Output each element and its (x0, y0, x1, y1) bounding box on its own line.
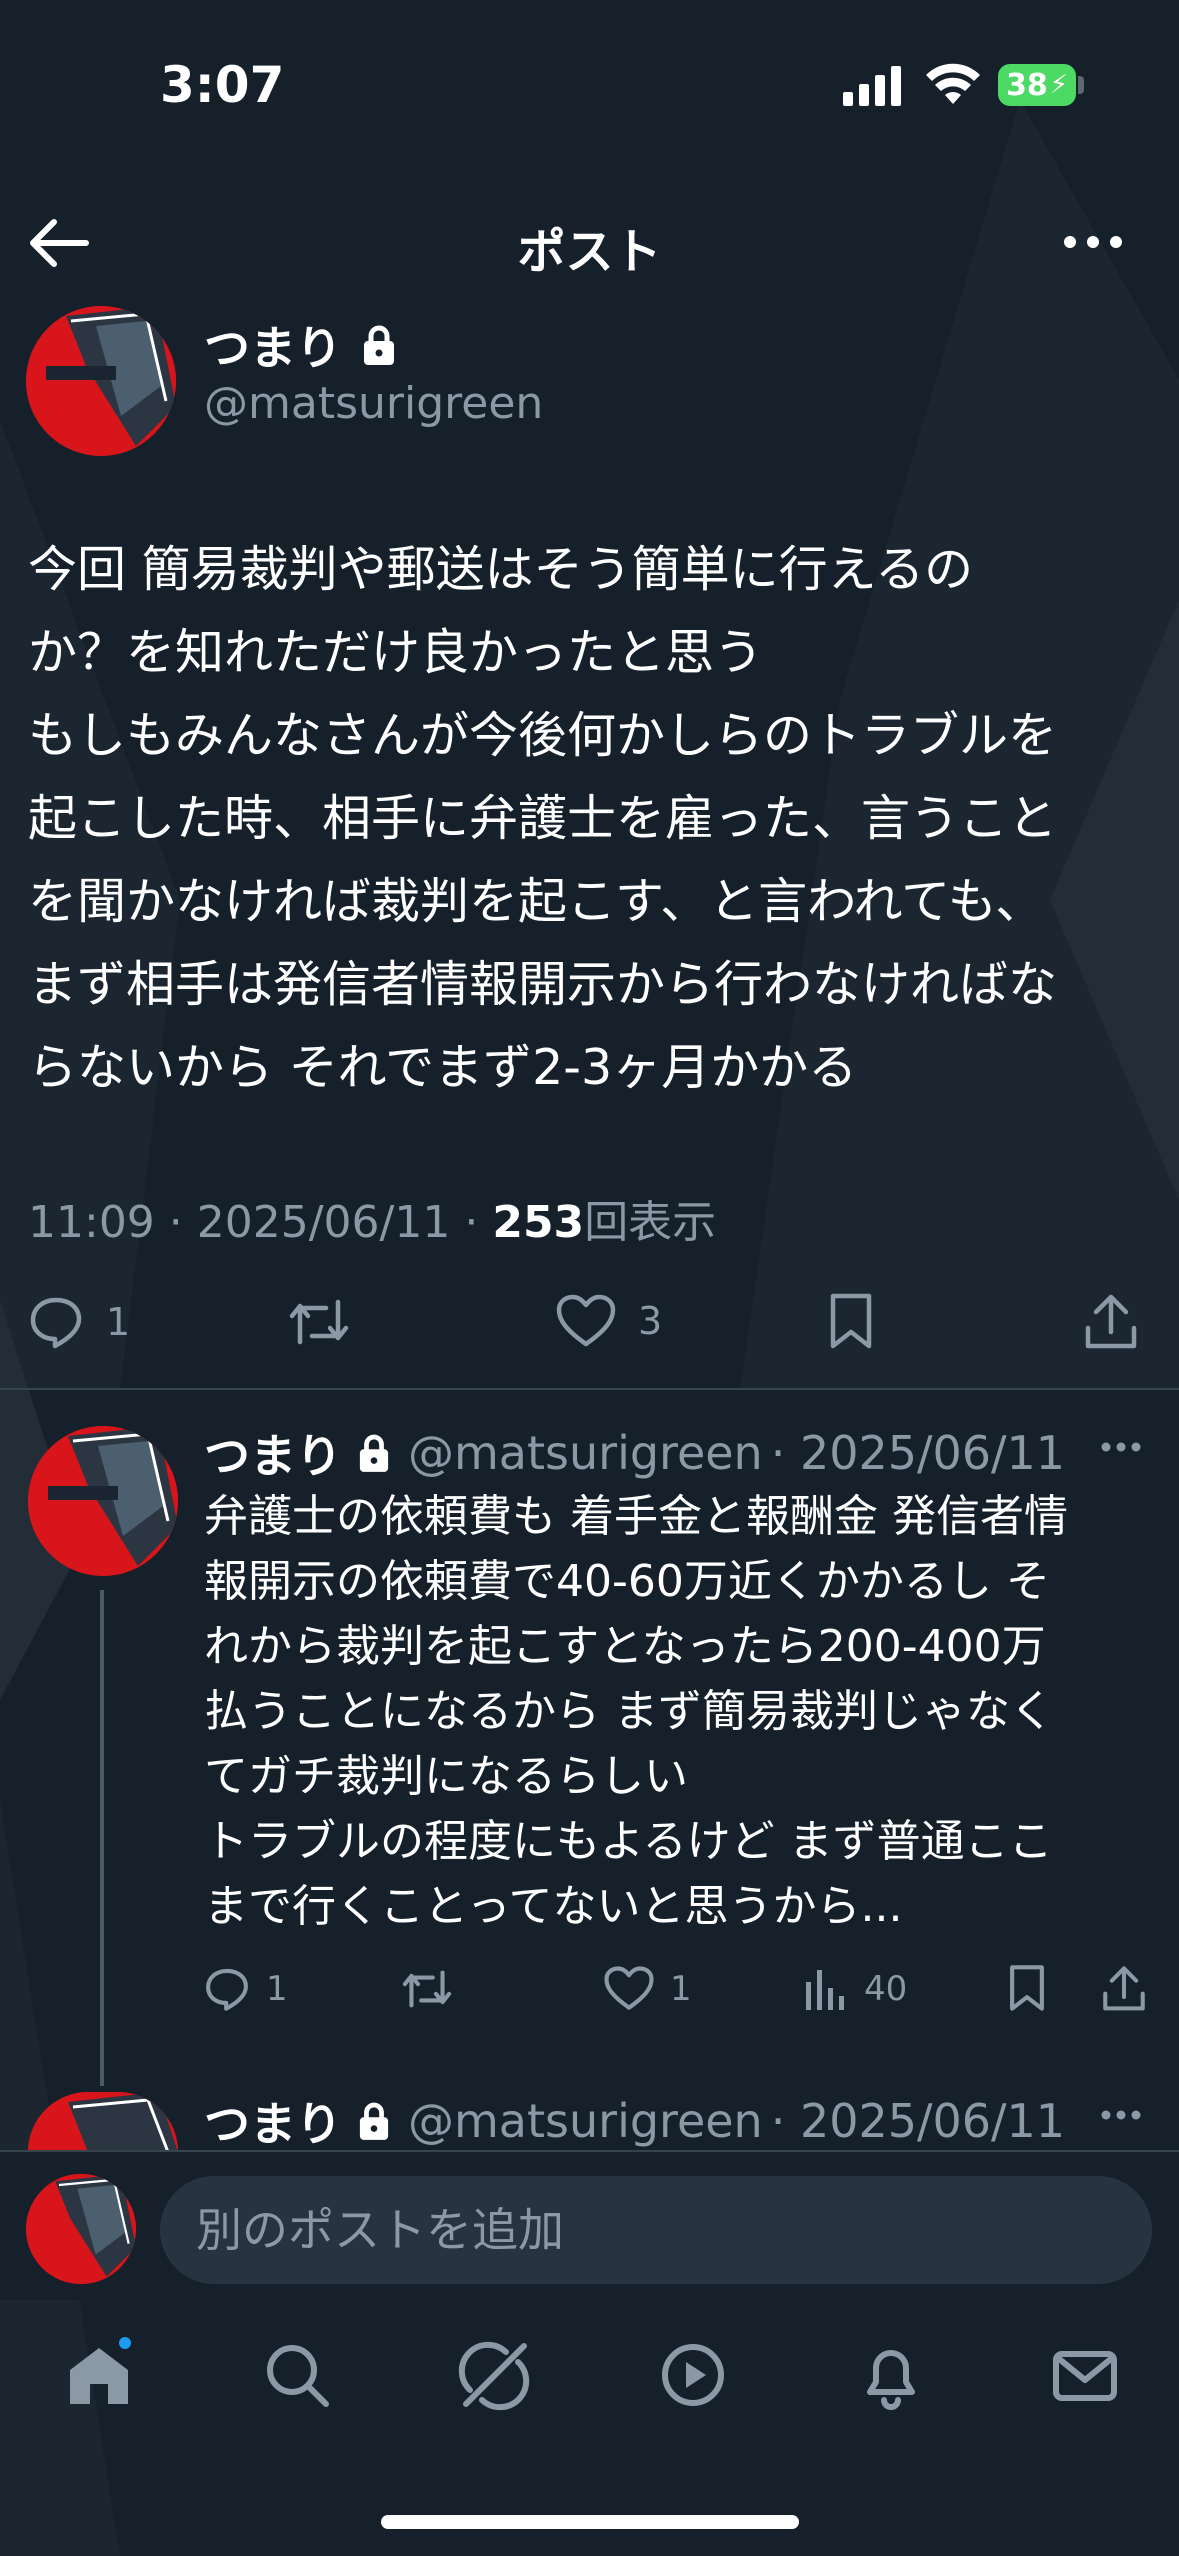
post-meta: 11:09 · 2025/06/11 · 253回表示 (28, 1186, 716, 1250)
view-count: 253 (492, 1197, 585, 1248)
battery-level: 38 (1006, 67, 1048, 103)
video-icon[interactable] (658, 2340, 728, 2410)
bookmark-button[interactable] (1008, 1964, 1046, 2012)
more-options-icon[interactable] (1062, 232, 1124, 252)
repost-button[interactable] (286, 1294, 352, 1350)
add-post-input[interactable] (160, 2176, 1152, 2284)
reply-author-handle: @matsurigreen (408, 1426, 763, 1480)
post-actions: 1 3 (28, 1290, 1158, 1360)
notifications-icon[interactable] (856, 2340, 926, 2410)
reply-text-line: 弁護士の依頼費も 着手金と報酬金 発信者情 (204, 1491, 1068, 1542)
reply-icon (206, 1968, 248, 2011)
reply-count: 1 (106, 1300, 131, 1344)
home-indicator[interactable] (381, 2515, 799, 2529)
reply-text-line: てガチ裁判になるらしい (204, 1751, 688, 1802)
reply-button[interactable]: 1 (28, 1294, 130, 1350)
wifi-icon (926, 63, 980, 104)
repost-icon (402, 1970, 452, 2008)
author-avatar[interactable] (26, 306, 176, 456)
share-button[interactable] (1102, 1964, 1146, 2012)
share-icon (1103, 1966, 1145, 2011)
reply-count: 1 (266, 1969, 288, 2009)
reply-button[interactable]: 1 (204, 1966, 288, 2012)
repost-button[interactable] (400, 1966, 454, 2012)
post-text-line: を聞かなければ裁判を起こす、と言われても、 (28, 873, 1045, 930)
reply-text-line: まで行くことってないと思うから... (204, 1881, 903, 1932)
bookmark-button[interactable] (828, 1292, 874, 1350)
reply-header[interactable]: つまり @matsurigreen · 2025/06/11 (204, 1420, 1065, 1486)
search-icon[interactable] (262, 2340, 332, 2410)
reply-text-line: 報開示の依頼費で40-60万近くかかるし そ (204, 1556, 1050, 1607)
bookmark-icon (830, 1293, 872, 1349)
like-count: 3 (638, 1299, 663, 1343)
reply-text-line: 払うことになるから まず簡易裁判じゃなく (204, 1686, 1054, 1737)
thread-connector-line (100, 1590, 104, 2086)
reply-text-line: れから裁判を起こすとなったら200-400万 (204, 1621, 1046, 1672)
grok-icon[interactable] (458, 2340, 530, 2412)
reply-date: · 2025/06/11 (770, 1426, 1066, 1480)
views-count: 40 (864, 1969, 908, 2009)
status-time: 3:07 (160, 56, 285, 114)
battery-indicator: 38 ⚡ (998, 64, 1076, 106)
views-button[interactable]: 40 (804, 1966, 907, 2012)
messages-icon[interactable] (1050, 2340, 1120, 2410)
reply-actions: 1 1 40 (204, 1964, 1154, 2024)
battery-cap (1078, 76, 1084, 94)
author-name[interactable]: つまり (204, 312, 396, 378)
share-icon (1085, 1294, 1137, 1349)
repost-icon (289, 1299, 349, 1345)
third-post-header[interactable]: つまり @matsurigreen · 2025/06/11 (204, 2088, 1065, 2154)
charging-bolt-icon: ⚡ (1049, 70, 1069, 100)
lock-icon (364, 325, 394, 365)
more-options-icon[interactable] (1100, 1440, 1142, 1454)
author-name-text: つまり (204, 321, 342, 375)
page-title: ポスト (517, 224, 662, 280)
post-timestamp: 11:09 · 2025/06/11 · (28, 1197, 493, 1248)
analytics-icon (806, 1970, 844, 2010)
heart-icon (556, 1294, 616, 1347)
unread-dot (116, 2334, 134, 2352)
signal-icon (843, 66, 901, 106)
author-handle[interactable]: @matsurigreen (204, 378, 543, 429)
post-text-line: 今回 簡易裁判や郵送はそう簡単に行えるの (28, 541, 974, 598)
lock-icon (359, 1434, 389, 1472)
reply-author-avatar[interactable] (28, 1426, 178, 1576)
divider (0, 1388, 1179, 1390)
post-text-line: もしもみんなさんが今後何かしらのトラブルを (28, 707, 1058, 764)
reply-icon (30, 1297, 82, 1349)
lock-icon (359, 2102, 389, 2140)
post-text: 今回 簡易裁判や郵送はそう簡単に行えるの か？を知れただけ良かったと思う もしも… (28, 528, 1158, 1109)
heart-icon (604, 1966, 654, 2010)
post-text-line: まず相手は発信者情報開示から行わなければな (28, 956, 1058, 1013)
bookmark-icon (1010, 1965, 1044, 2011)
post-text-line: 起こした時、相手に弁護士を雇った、言うこと (28, 790, 1058, 847)
reply-author-name: つまり (204, 1429, 342, 1483)
like-button[interactable]: 3 (556, 1294, 662, 1348)
like-count: 1 (670, 1968, 692, 2009)
third-date: · 2025/06/11 (770, 2094, 1066, 2148)
post-text-line: か？を知れただけ良かったと思う (28, 624, 764, 681)
like-button[interactable]: 1 (604, 1966, 692, 2011)
composer-avatar (26, 2174, 136, 2284)
view-label: 回表示 (584, 1197, 717, 1248)
post-text-line: らないから それでまず2-3ヶ月かかる (28, 1039, 858, 1096)
third-author-handle: @matsurigreen (408, 2094, 763, 2148)
reply-text-line: トラブルの程度にもよるけど まず普通ここ (204, 1816, 1053, 1867)
share-button[interactable] (1084, 1292, 1138, 1350)
more-options-icon[interactable] (1100, 2108, 1142, 2122)
reply-text: 弁護士の依頼費も 着手金と報酬金 発信者情 報開示の依頼費で40-60万近くかか… (204, 1484, 1154, 1939)
third-author-name: つまり (204, 2097, 342, 2151)
